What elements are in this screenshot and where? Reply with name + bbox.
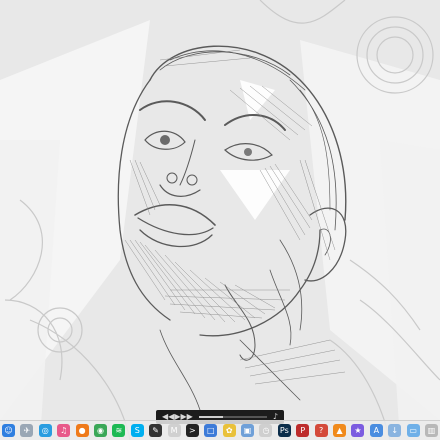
itunes-icon[interactable]: ♫ xyxy=(57,424,71,437)
folder-icon[interactable]: ▭ xyxy=(406,424,420,437)
spotify-icon[interactable]: ≋ xyxy=(112,424,126,437)
help-icon[interactable]: ? xyxy=(314,424,328,437)
gmail-icon[interactable]: M xyxy=(167,424,181,437)
photoshop-icon[interactable]: Ps xyxy=(277,424,291,437)
safari-icon[interactable]: ◎ xyxy=(38,424,52,437)
launchpad-icon[interactable]: ✈ xyxy=(20,424,34,437)
dock: ☺ ✈ ◎ ♫ ● ◉ ≋ S ✎ M > □ ✿ ▣ ◷ Ps P? ▲ ★ A ↓ ▭ ▥ xyxy=(0,420,440,440)
firefox-icon[interactable]: ● xyxy=(75,424,89,437)
downloads-icon[interactable]: ↓ xyxy=(388,424,402,437)
terminal-icon[interactable]: > xyxy=(185,424,199,437)
desktop: ◀◀ ▶ ▶▶ ♪ ☺ ✈ ◎ ♫ ● ◉ ≋ S ✎ M > □ ✿ ▣ ◷ Ps P? ▲ ★ A ↓ ▭ ▥ xyxy=(0,0,440,440)
sketch-canvas xyxy=(0,0,440,440)
trash-icon[interactable]: ▥ xyxy=(424,424,438,437)
progress-track[interactable] xyxy=(198,416,267,418)
preview-icon[interactable]: ▣ xyxy=(241,424,255,437)
clock-icon[interactable]: ◷ xyxy=(259,424,273,437)
photos-icon[interactable]: ✿ xyxy=(222,424,236,437)
finder-icon[interactable]: ☺ xyxy=(2,424,15,437)
chrome-icon[interactable]: ◉ xyxy=(93,424,107,437)
imovie-icon[interactable]: ★ xyxy=(351,424,365,437)
skype-icon[interactable]: S xyxy=(130,424,144,437)
sketchbook-icon[interactable]: ✎ xyxy=(149,424,163,437)
progress-fill xyxy=(198,416,223,418)
app-store-icon[interactable]: A xyxy=(369,424,383,437)
pinterest-icon[interactable]: P xyxy=(296,424,310,437)
screenshot-icon[interactable]: □ xyxy=(204,424,218,437)
vlc-icon[interactable]: ▲ xyxy=(333,424,347,437)
